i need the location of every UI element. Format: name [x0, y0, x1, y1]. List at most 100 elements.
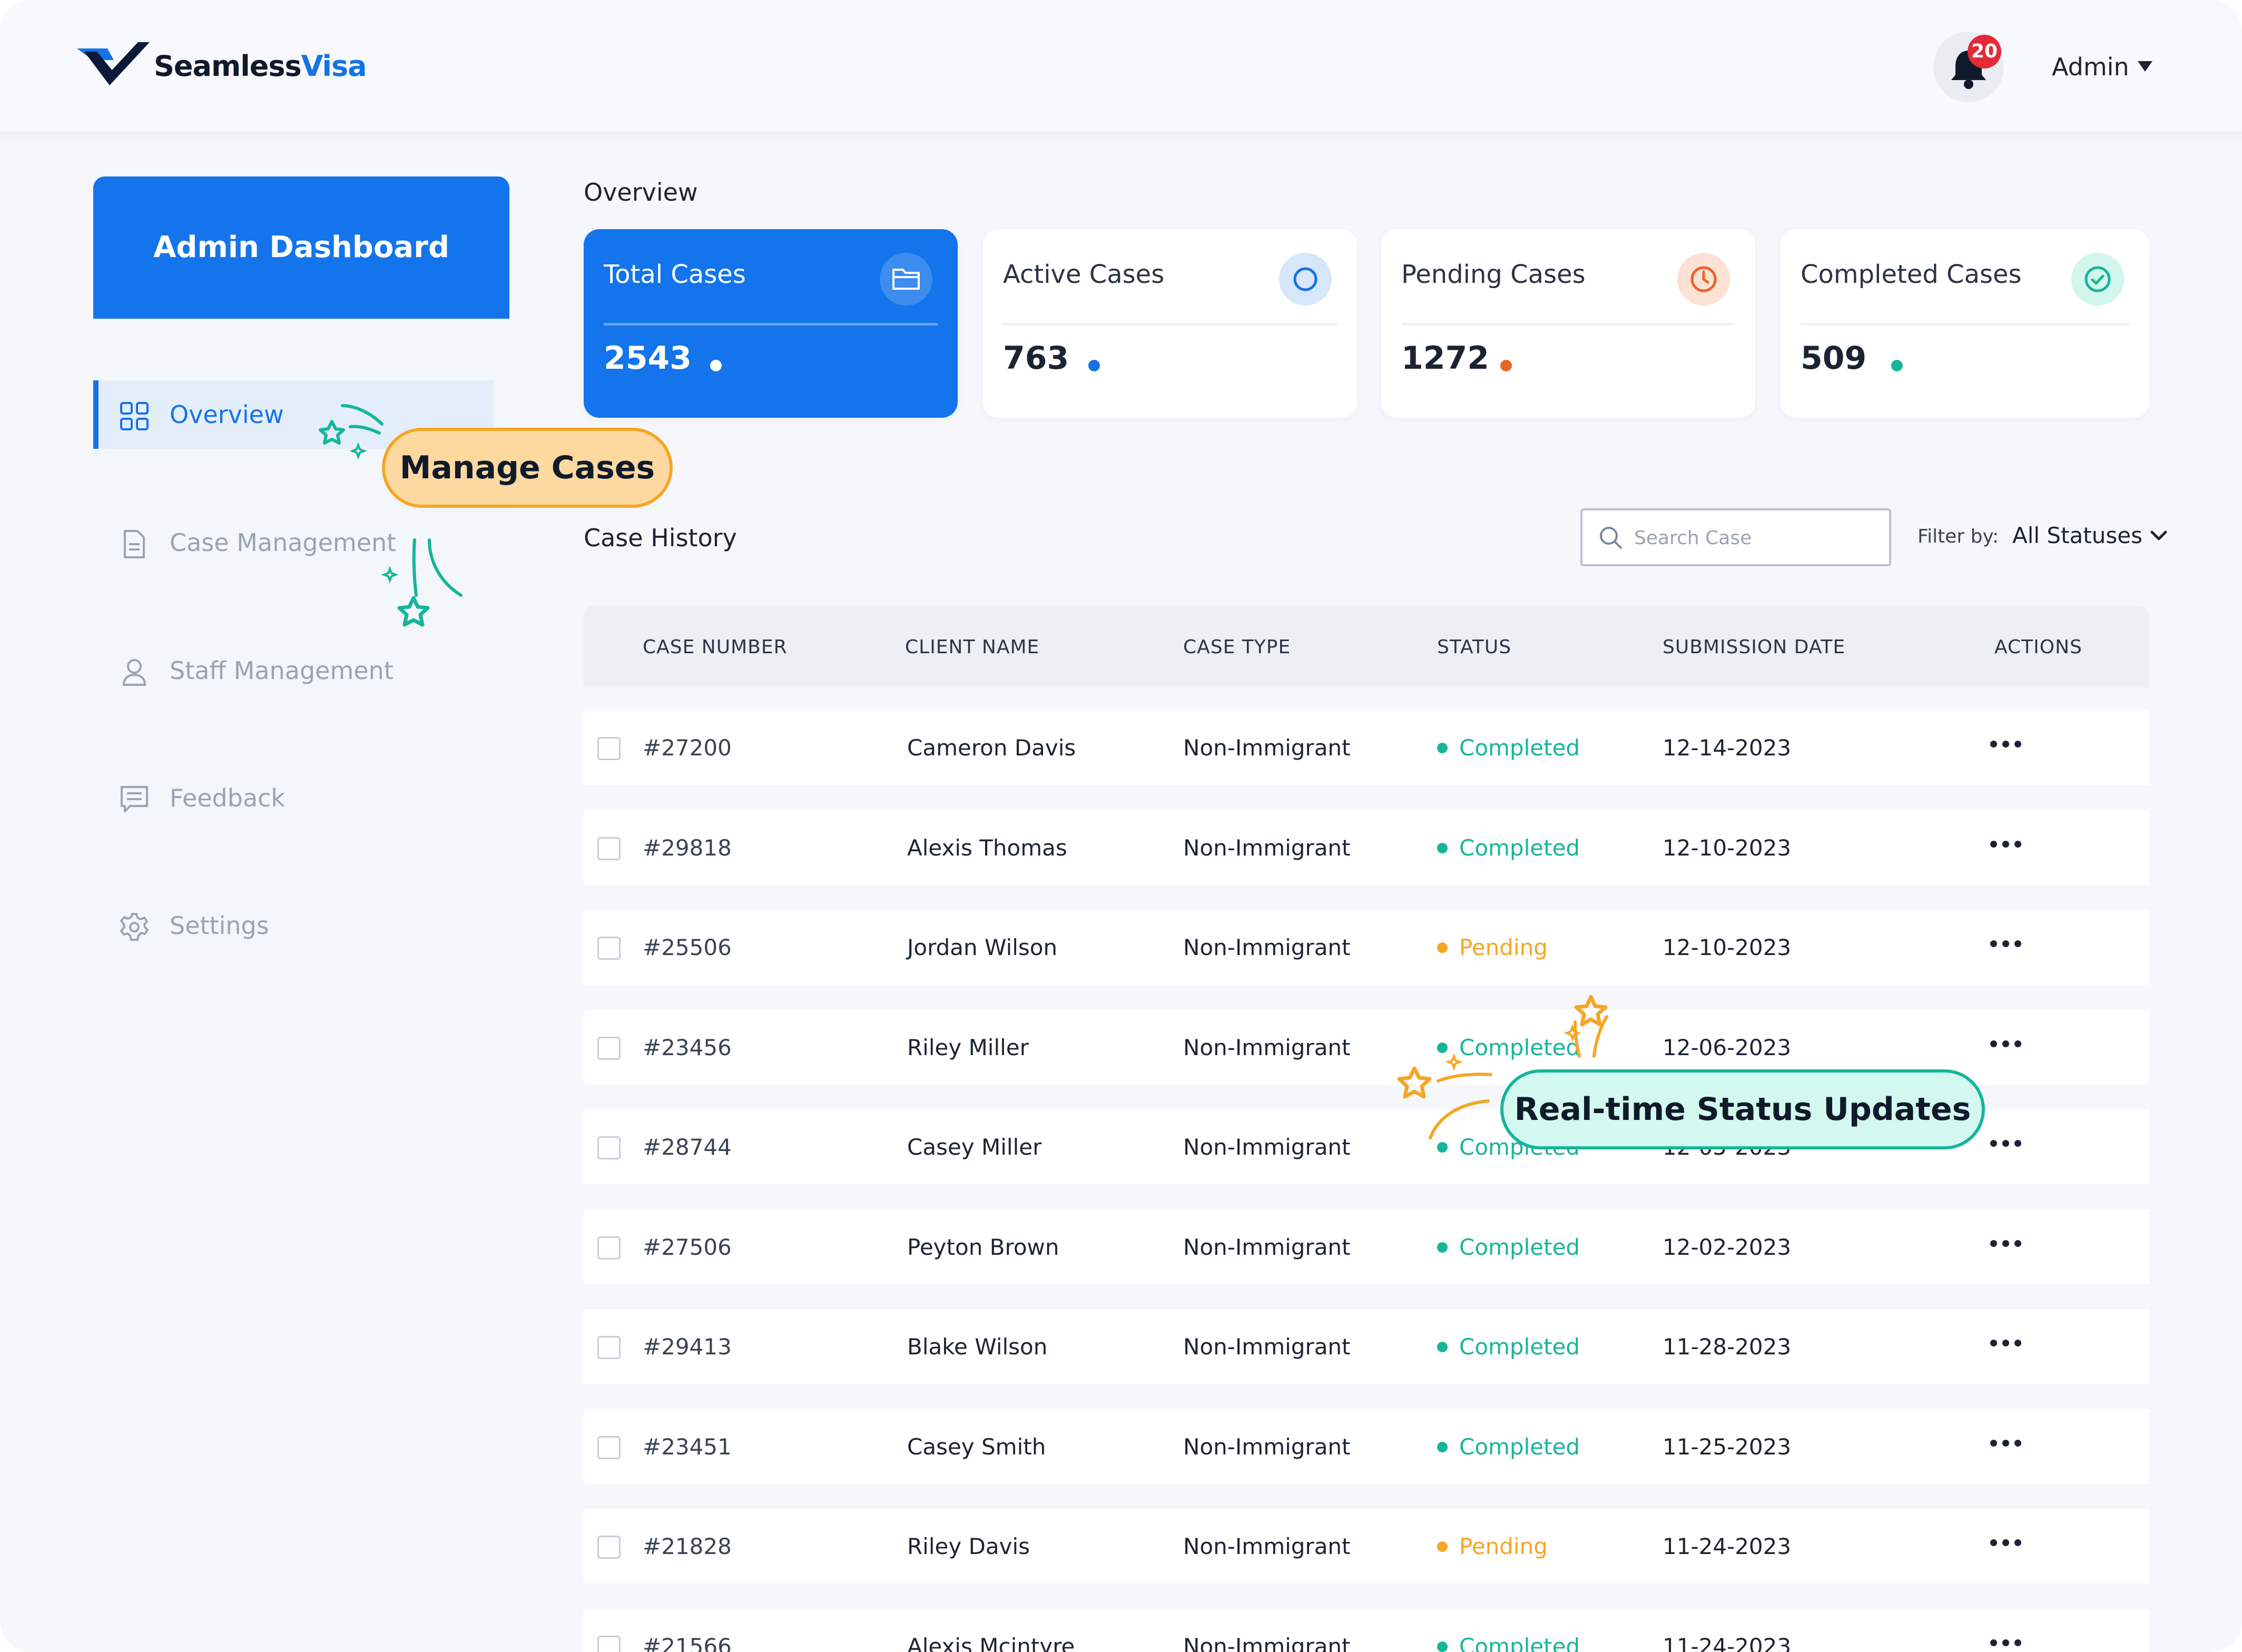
column-header[interactable]: CASE NUMBER	[643, 636, 788, 658]
case-type: Non-Immigrant	[1183, 935, 1351, 960]
row-checkbox[interactable]	[597, 1636, 621, 1652]
row-checkbox[interactable]	[597, 837, 621, 860]
client-name: Jordan Wilson	[907, 935, 1058, 960]
sidebar-item-label: Feedback	[170, 784, 286, 812]
stat-dot	[1500, 360, 1512, 371]
more-actions-icon[interactable]	[1990, 741, 2021, 748]
status-dot	[1437, 1641, 1448, 1652]
app-frame: SeamlessVisa 20 Admin Admin Dashboard Ov…	[0, 0, 2242, 1652]
row-checkbox[interactable]	[597, 1236, 621, 1260]
stat-label: Total Cases	[604, 260, 746, 289]
case-type: Non-Immigrant	[1183, 1035, 1351, 1060]
more-actions-icon[interactable]	[1990, 940, 2021, 947]
case-number[interactable]: #27506	[643, 1234, 732, 1260]
status-badge: Completed	[1437, 735, 1580, 761]
column-header[interactable]: STATUS	[1437, 636, 1511, 658]
column-header[interactable]: SUBMISSION DATE	[1663, 636, 1845, 658]
more-actions-icon[interactable]	[1990, 1340, 2021, 1346]
search-icon	[1600, 527, 1622, 549]
brand-logo[interactable]: SeamlessVisa	[77, 42, 367, 90]
status-dot	[1437, 1441, 1448, 1452]
status-text: Pending	[1459, 935, 1548, 960]
feedback-icon	[121, 786, 148, 812]
more-actions-icon[interactable]	[1990, 1639, 2021, 1646]
row-checkbox[interactable]	[597, 937, 621, 960]
user-menu[interactable]: Admin	[2052, 53, 2152, 81]
row-checkbox[interactable]	[597, 1436, 621, 1459]
column-header[interactable]: CLIENT NAME	[905, 636, 1039, 658]
submission-date: 12-10-2023	[1663, 935, 1792, 960]
table-row[interactable]: #25506 Jordan Wilson Non-Immigrant Pending 1…	[584, 910, 2149, 985]
more-actions-icon[interactable]	[1990, 1539, 2021, 1546]
client-name: Alexis Mcintyre	[907, 1634, 1075, 1652]
stat-value: 509	[1801, 340, 1867, 377]
table-row[interactable]: #27200 Cameron Davis Non-Immigrant Complete…	[584, 710, 2149, 785]
stat-card-pending[interactable]: Pending Cases 1272	[1381, 229, 1755, 418]
case-number[interactable]: #29818	[643, 835, 732, 861]
more-actions-icon[interactable]	[1990, 1240, 2021, 1247]
status-dot	[1437, 942, 1448, 953]
more-actions-icon[interactable]	[1990, 1140, 2021, 1147]
user-menu-label: Admin	[2052, 53, 2129, 81]
table-row[interactable]: #29818 Alexis Thomas Non-Immigrant Complete…	[584, 810, 2149, 885]
status-text: Pending	[1459, 1533, 1548, 1559]
sidebar-item-label: Case Management	[170, 528, 397, 557]
status-text: Completed	[1459, 735, 1580, 761]
case-number[interactable]: #21566	[643, 1634, 732, 1652]
case-type: Non-Immigrant	[1183, 1434, 1351, 1460]
stat-dot	[710, 360, 722, 371]
check-circle-icon	[2071, 253, 2124, 306]
row-checkbox[interactable]	[597, 737, 621, 760]
case-type: Non-Immigrant	[1183, 1234, 1351, 1260]
status-text: Completed	[1459, 1434, 1580, 1460]
case-number[interactable]: #23451	[643, 1434, 732, 1460]
table-row[interactable]: #23451 Casey Smith Non-Immigrant Completed 1…	[584, 1409, 2149, 1484]
client-name: Riley Davis	[907, 1533, 1030, 1559]
stat-card-total[interactable]: Total Cases 2543	[584, 229, 958, 418]
table-row[interactable]: #27506 Peyton Brown Non-Immigrant Completed…	[584, 1210, 2149, 1284]
column-header: ACTIONS	[1994, 636, 2082, 658]
status-badge: Pending	[1437, 935, 1548, 960]
client-name: Peyton Brown	[907, 1234, 1059, 1260]
status-dot	[1437, 1541, 1448, 1552]
status-badge: Completed	[1437, 1634, 1580, 1652]
status-badge: Pending	[1437, 1533, 1548, 1559]
table-row[interactable]: #21828 Riley Davis Non-Immigrant Pending 11-…	[584, 1509, 2149, 1584]
case-number[interactable]: #28744	[643, 1134, 732, 1160]
divider	[1003, 323, 1337, 326]
stat-dot	[1891, 360, 1903, 371]
case-number[interactable]: #21828	[643, 1533, 732, 1559]
client-name: Alexis Thomas	[907, 835, 1067, 861]
table-row[interactable]: #29413 Blake Wilson Non-Immigrant Completed…	[584, 1309, 2149, 1384]
case-number[interactable]: #27200	[643, 735, 732, 761]
row-checkbox[interactable]	[597, 1336, 621, 1359]
stat-label: Completed Cases	[1801, 260, 2022, 289]
stat-card-completed[interactable]: Completed Cases 509	[1781, 229, 2149, 418]
column-header[interactable]: CASE TYPE	[1183, 636, 1291, 658]
stat-card-active[interactable]: Active Cases 763	[983, 229, 1357, 418]
grid-icon	[120, 402, 149, 430]
row-checkbox[interactable]	[597, 1037, 621, 1060]
sidebar-item-label: Staff Management	[170, 656, 394, 685]
sidebar-item-feedback[interactable]: Feedback	[93, 764, 494, 832]
row-checkbox[interactable]	[597, 1136, 621, 1159]
row-checkbox[interactable]	[597, 1536, 621, 1559]
client-name: Blake Wilson	[907, 1334, 1048, 1360]
status-filter-dropdown[interactable]: All Statuses	[2012, 523, 2168, 548]
search-input[interactable]: Search Case	[1580, 508, 1891, 566]
status-text: Completed	[1459, 835, 1580, 861]
case-number[interactable]: #25506	[643, 935, 732, 960]
sidebar-item-settings[interactable]: Settings	[93, 891, 494, 960]
folder-icon	[880, 253, 932, 306]
case-number[interactable]: #29413	[643, 1334, 732, 1360]
chevron-down-icon	[2150, 530, 2167, 540]
more-actions-icon[interactable]	[1990, 1040, 2021, 1047]
table-row[interactable]: #21566 Alexis Mcintyre Non-Immigrant Comple…	[584, 1609, 2149, 1652]
submission-date: 12-06-2023	[1663, 1035, 1792, 1060]
divider	[604, 323, 938, 326]
submission-date: 12-02-2023	[1663, 1234, 1792, 1260]
caret-down-icon	[2137, 61, 2152, 72]
more-actions-icon[interactable]	[1990, 1440, 2021, 1447]
case-number[interactable]: #23456	[643, 1035, 732, 1060]
more-actions-icon[interactable]	[1990, 841, 2021, 848]
